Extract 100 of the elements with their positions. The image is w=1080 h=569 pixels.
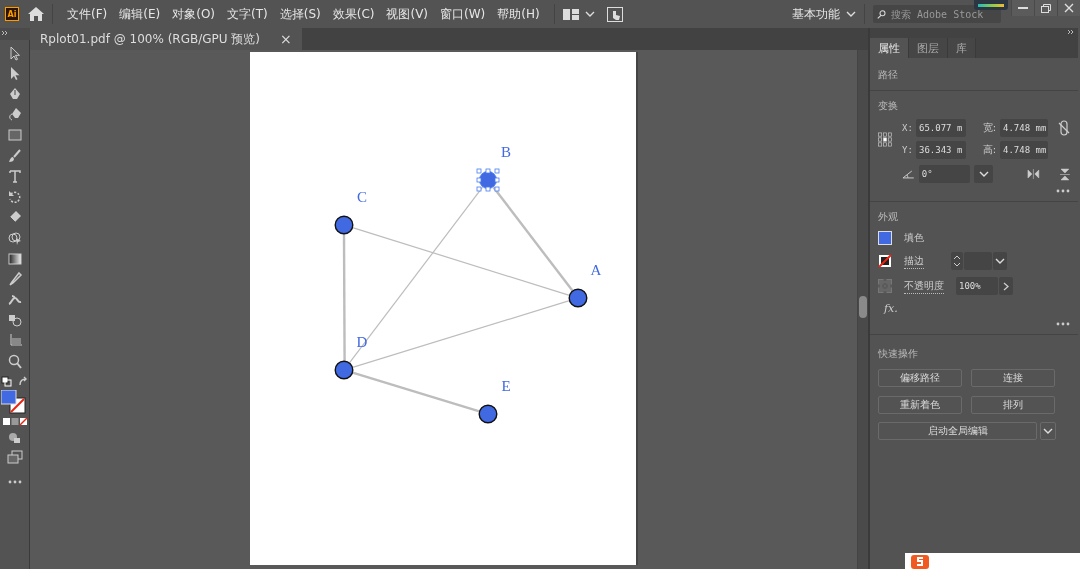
chevron-down-icon[interactable] [1043,428,1053,434]
stroke-dropdown[interactable] [993,252,1007,270]
menu-item[interactable]: 窗口(W) [434,5,492,23]
menu-item[interactable]: 效果(C) [326,5,381,23]
node-label: A [590,262,602,278]
workspace-switcher[interactable]: 基本功能 [792,6,840,21]
quick-action-button[interactable]: 排列 [971,396,1055,414]
menu-item[interactable]: 选择(S) [273,5,327,23]
type-icon[interactable] [6,168,23,185]
restore-button[interactable] [1034,0,1057,16]
quick-action-button[interactable]: 偏移路径 [878,369,962,387]
panel-tab[interactable]: 库 [948,38,976,58]
field-label: X: [902,123,912,133]
chevron-down-icon[interactable] [584,11,595,17]
quick-action-button[interactable]: 重新着色 [878,396,962,414]
field-label: 宽: [981,121,996,135]
close-icon [1064,3,1074,13]
menu-item[interactable]: 文字(T) [221,5,274,23]
angle-dropdown[interactable] [973,165,994,183]
graph-node[interactable] [334,215,354,235]
input-field[interactable]: 100% [956,277,998,295]
stepper-icon[interactable] [951,252,963,270]
rotate-icon[interactable] [6,188,23,205]
effects-button[interactable]: fx. [884,302,1070,315]
chevron-down-icon[interactable] [995,258,1005,264]
opacity-dropdown[interactable] [999,277,1013,295]
scrollbar[interactable] [857,50,868,569]
graph-node[interactable] [334,360,354,380]
section-title: 变换 [878,99,899,113]
tab-close-button[interactable]: × [280,31,292,47]
eyedropper-icon[interactable] [6,271,23,288]
global-edit-dropdown[interactable] [1040,422,1056,440]
flip-vertical-icon[interactable] [1060,167,1070,181]
input-field[interactable]: 4.748 mm [1000,141,1048,159]
node-label: D [356,334,368,350]
curvature-pen-icon[interactable] [6,106,23,123]
input-field[interactable]: 4.748 mm [1000,119,1048,137]
fill-stroke-swatch-icon[interactable] [0,389,29,414]
color-mode-icon[interactable] [1,416,28,426]
close-button[interactable] [1057,0,1080,16]
brush-icon[interactable] [6,147,23,164]
chevron-right-icon [1003,281,1009,291]
touch-icon[interactable] [606,6,623,22]
stroke-link[interactable]: 描边 [904,253,924,269]
toolbar-grip-icon[interactable] [0,28,30,40]
layout-icon[interactable] [562,8,579,20]
graph-node[interactable] [568,288,588,308]
collapse-panel-icon[interactable] [1067,28,1075,36]
home-icon[interactable] [28,7,44,21]
chevron-down-icon[interactable] [978,171,989,177]
document-tab[interactable]: Rplot01.pdf @ 100% (RGB/GPU 预览) × [30,28,302,50]
shape-builder-icon[interactable] [6,229,23,246]
node-label: C [357,189,367,205]
menu-item[interactable]: 文件(F) [61,5,114,23]
more-options-icon[interactable] [1056,189,1070,193]
more-options-icon[interactable] [1056,322,1070,326]
node-label: E [501,378,511,394]
angle-field[interactable]: 0° [918,165,970,183]
color-swap-icon[interactable] [0,375,29,388]
menu-item[interactable]: 视图(V) [380,5,435,23]
workspace-chevron-icon[interactable] [846,11,856,17]
search-icon [877,8,888,20]
field-label: 高: [981,143,996,157]
menu-item[interactable]: 编辑(E) [113,5,167,23]
quick-action-button[interactable]: 连接 [971,369,1055,387]
global-edit-button[interactable]: 启动全局编辑 [878,422,1037,440]
input-field[interactable]: 36.343 m [916,141,966,159]
input-field[interactable]: 65.077 m [916,119,966,137]
search-field[interactable]: 搜索 Adobe Stock [873,5,1001,23]
minimize-icon [1018,7,1028,9]
flip-horizontal-icon[interactable] [1027,169,1041,179]
section-title: 外观 [878,210,899,224]
fill-swatch[interactable] [878,231,892,245]
menu-item[interactable]: 对象(O) [166,5,222,23]
zoom-icon[interactable] [6,353,23,370]
screen-mode-icon[interactable] [6,449,23,464]
rectangle-icon[interactable] [6,126,23,143]
level-meter-icon [974,0,1008,10]
panel-tab[interactable]: 图层 [909,38,948,58]
scrollbar-thumb[interactable] [859,296,867,318]
gradient-icon[interactable] [6,250,23,267]
angle-icon [902,169,915,179]
symbol-sprayer-icon[interactable] [6,312,23,329]
panel-tab[interactable]: 属性 [870,38,909,58]
constrain-link-icon[interactable] [1058,120,1070,136]
restore-icon [1041,3,1051,13]
stroke-swatch[interactable] [878,254,892,268]
more-icon[interactable] [7,479,22,484]
reference-point-icon[interactable] [878,130,892,148]
ime-logo-icon[interactable] [911,553,929,569]
draw-mode-icon[interactable] [7,431,22,444]
section-title: 快速操作 [878,347,919,361]
object-type-label: 路径 [878,68,899,82]
node-label: B [501,144,511,160]
minimize-button[interactable] [1011,0,1034,16]
opacity-link[interactable]: 不透明度 [904,278,944,294]
fill-label: 填色 [904,231,924,245]
menu-item[interactable]: 帮助(H) [491,5,546,23]
graph-node[interactable] [478,404,498,424]
opacity-icon [878,279,892,293]
